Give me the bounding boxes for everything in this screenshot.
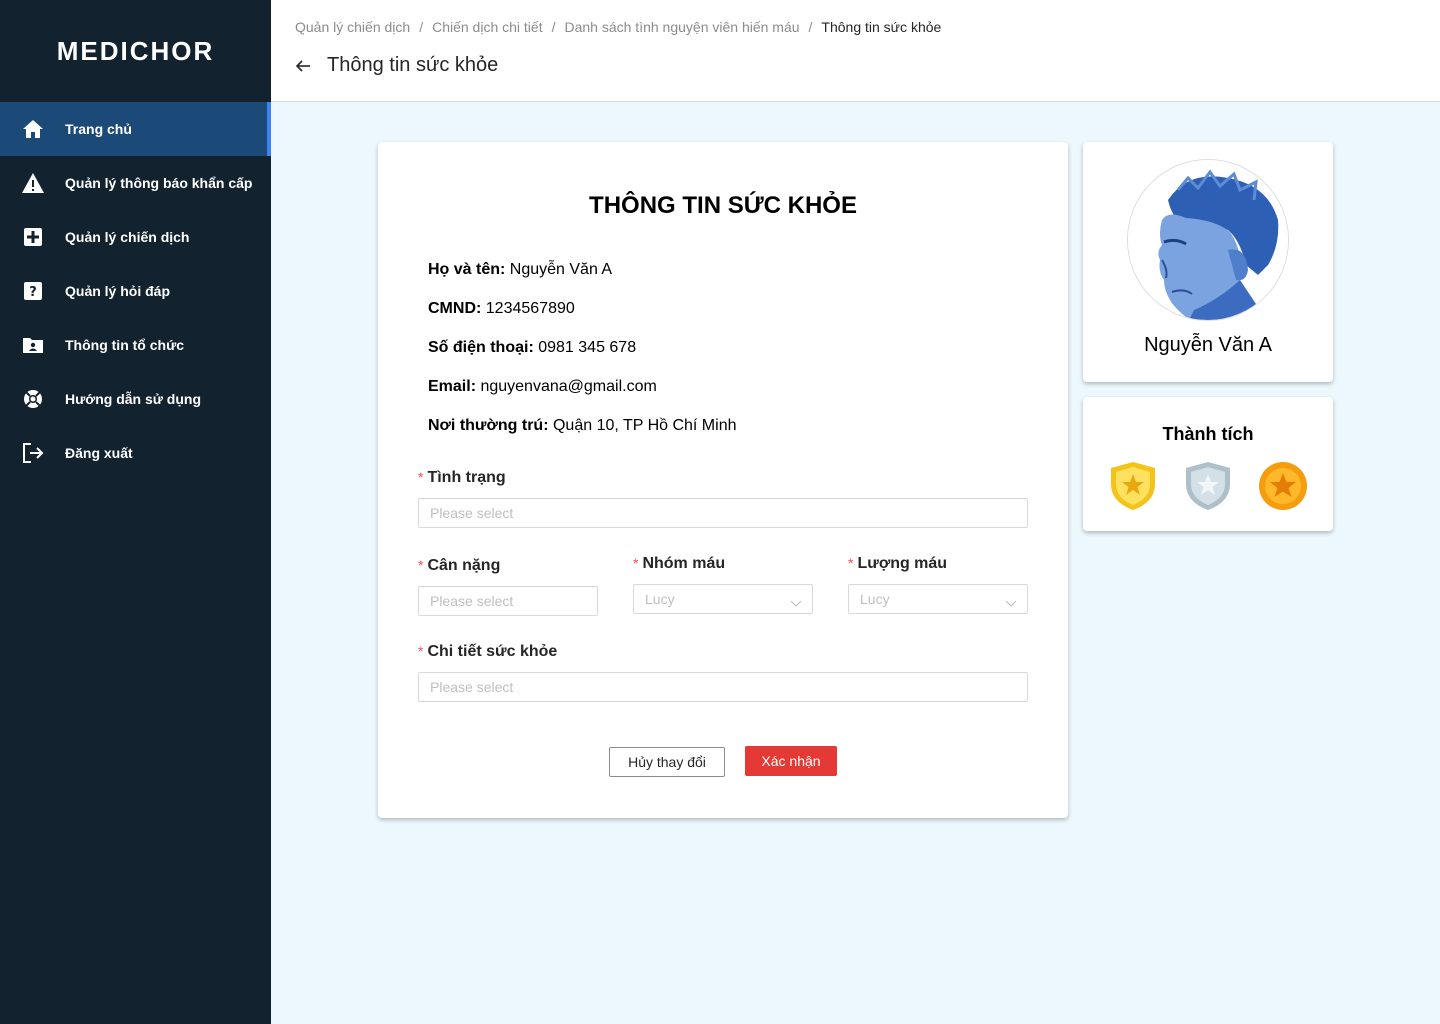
page-title: Thông tin sức khỏe [327, 54, 499, 76]
lifebuoy-icon [21, 387, 45, 411]
info-full-name: Họ và tên: Nguyễn Văn A [428, 261, 612, 279]
profile-card: Nguyễn Văn A [1083, 142, 1333, 382]
info-id-number: CMND: 1234567890 [428, 300, 575, 318]
achievements-card: Thành tích [1083, 397, 1333, 531]
info-value: 1234567890 [481, 300, 575, 317]
medical-cross-icon [21, 225, 45, 249]
info-value: nguyenvana@gmail.com [476, 378, 657, 395]
chevron-down-icon [790, 595, 802, 607]
question-icon: ? [21, 279, 45, 303]
silver-shield-medal-icon [1183, 460, 1233, 512]
sidebar-item-label: Quản lý thông báo khẩn cấp [65, 175, 253, 191]
folder-user-icon [21, 333, 45, 357]
required-mark: * [848, 555, 854, 571]
status-input[interactable]: Please select [418, 498, 1028, 528]
sidebar-nav: Trang chủ Quản lý thông báo khẩn cấp Quả… [0, 102, 271, 480]
blood-amount-select[interactable]: Lucy [848, 584, 1028, 614]
breadcrumb: Quản lý chiến dịch / Chiến dịch chi tiết… [295, 19, 941, 35]
info-label: Email: [428, 378, 477, 395]
weight-input[interactable]: Please select [418, 586, 598, 616]
confirm-button[interactable]: Xác nhận [745, 746, 837, 776]
profile-name: Nguyễn Văn A [1144, 334, 1272, 356]
page-heading: Thông tin sức khỏe [295, 54, 498, 77]
info-value: Quận 10, TP Hồ Chí Minh [548, 417, 737, 434]
info-value: 0981 345 678 [533, 339, 637, 356]
info-label: Số điện thoại: [428, 339, 534, 356]
breadcrumb-separator: / [419, 19, 424, 35]
info-value: Nguyễn Văn A [505, 261, 613, 278]
sidebar-item-emergency-notices[interactable]: Quản lý thông báo khẩn cấp [0, 156, 271, 210]
required-mark: * [418, 469, 424, 485]
breadcrumb-item-campaign-detail[interactable]: Chiến dịch chi tiết [432, 19, 543, 35]
sidebar: MEDICHOR Trang chủ Quản lý thông báo khẩ… [0, 0, 271, 1024]
breadcrumb-item-volunteer-list[interactable]: Danh sách tình nguyện viên hiến máu [564, 19, 799, 35]
avatar [1127, 159, 1289, 321]
sidebar-item-label: Quản lý hỏi đáp [65, 283, 171, 299]
required-mark: * [418, 643, 424, 659]
blood-type-select[interactable]: Lucy [633, 584, 813, 614]
form-title: THÔNG TIN SỨC KHỎE [589, 192, 857, 219]
achievements-title: Thành tích [1162, 424, 1254, 444]
gold-coin-medal-icon [1257, 460, 1307, 512]
sidebar-item-qa[interactable]: ? Quản lý hỏi đáp [0, 264, 271, 318]
page-header: Quản lý chiến dịch / Chiến dịch chi tiết… [271, 0, 1440, 102]
breadcrumb-item-campaigns[interactable]: Quản lý chiến dịch [295, 19, 410, 35]
info-label: Nơi thường trú: [428, 417, 549, 434]
weight-label: * Cân nặng [418, 557, 501, 574]
sidebar-item-organization[interactable]: Thông tin tổ chức [0, 318, 271, 372]
info-email: Email: nguyenvana@gmail.com [428, 378, 657, 396]
sidebar-item-label: Thông tin tổ chức [65, 337, 185, 353]
sidebar-item-label: Quản lý chiến dịch [65, 229, 190, 245]
breadcrumb-item-current: Thông tin sức khỏe [821, 19, 942, 35]
health-detail-input[interactable]: Please select [418, 672, 1028, 702]
cancel-button[interactable]: Hủy thay đổi [609, 747, 725, 777]
svg-text:?: ? [29, 285, 37, 300]
status-label: * Tình trạng [418, 469, 506, 486]
breadcrumb-separator: / [808, 19, 813, 35]
breadcrumb-separator: / [551, 19, 556, 35]
arrow-left-icon[interactable] [295, 58, 311, 74]
sidebar-item-label: Trang chủ [65, 121, 132, 137]
blood-amount-label: * Lượng máu [848, 555, 948, 572]
home-icon [21, 117, 45, 141]
blood-type-label: * Nhóm máu [633, 555, 726, 572]
info-phone: Số điện thoại: 0981 345 678 [428, 339, 636, 357]
app-logo: MEDICHOR [56, 36, 215, 66]
info-label: CMND: [428, 300, 482, 317]
sidebar-item-home[interactable]: Trang chủ [0, 102, 271, 156]
gold-shield-medal-icon [1108, 460, 1158, 512]
sidebar-item-label: Hướng dẫn sử dụng [65, 391, 201, 407]
sidebar-item-campaigns[interactable]: Quản lý chiến dịch [0, 210, 271, 264]
info-label: Họ và tên: [428, 261, 506, 278]
sidebar-item-guide[interactable]: Hướng dẫn sử dụng [0, 372, 271, 426]
sidebar-item-logout[interactable]: Đăng xuất [0, 426, 271, 480]
sidebar-item-label: Đăng xuất [65, 445, 133, 461]
health-info-form-card: THÔNG TIN SỨC KHỎE Họ và tên: Nguyễn Văn… [378, 142, 1068, 818]
info-address: Nơi thường trú: Quận 10, TP Hồ Chí Minh [428, 417, 736, 435]
required-mark: * [418, 557, 424, 573]
required-mark: * [633, 555, 639, 571]
warning-icon [21, 171, 45, 195]
chevron-down-icon [1005, 595, 1017, 607]
logout-icon [21, 441, 45, 465]
health-detail-label: * Chi tiết sức khỏe [418, 643, 558, 660]
